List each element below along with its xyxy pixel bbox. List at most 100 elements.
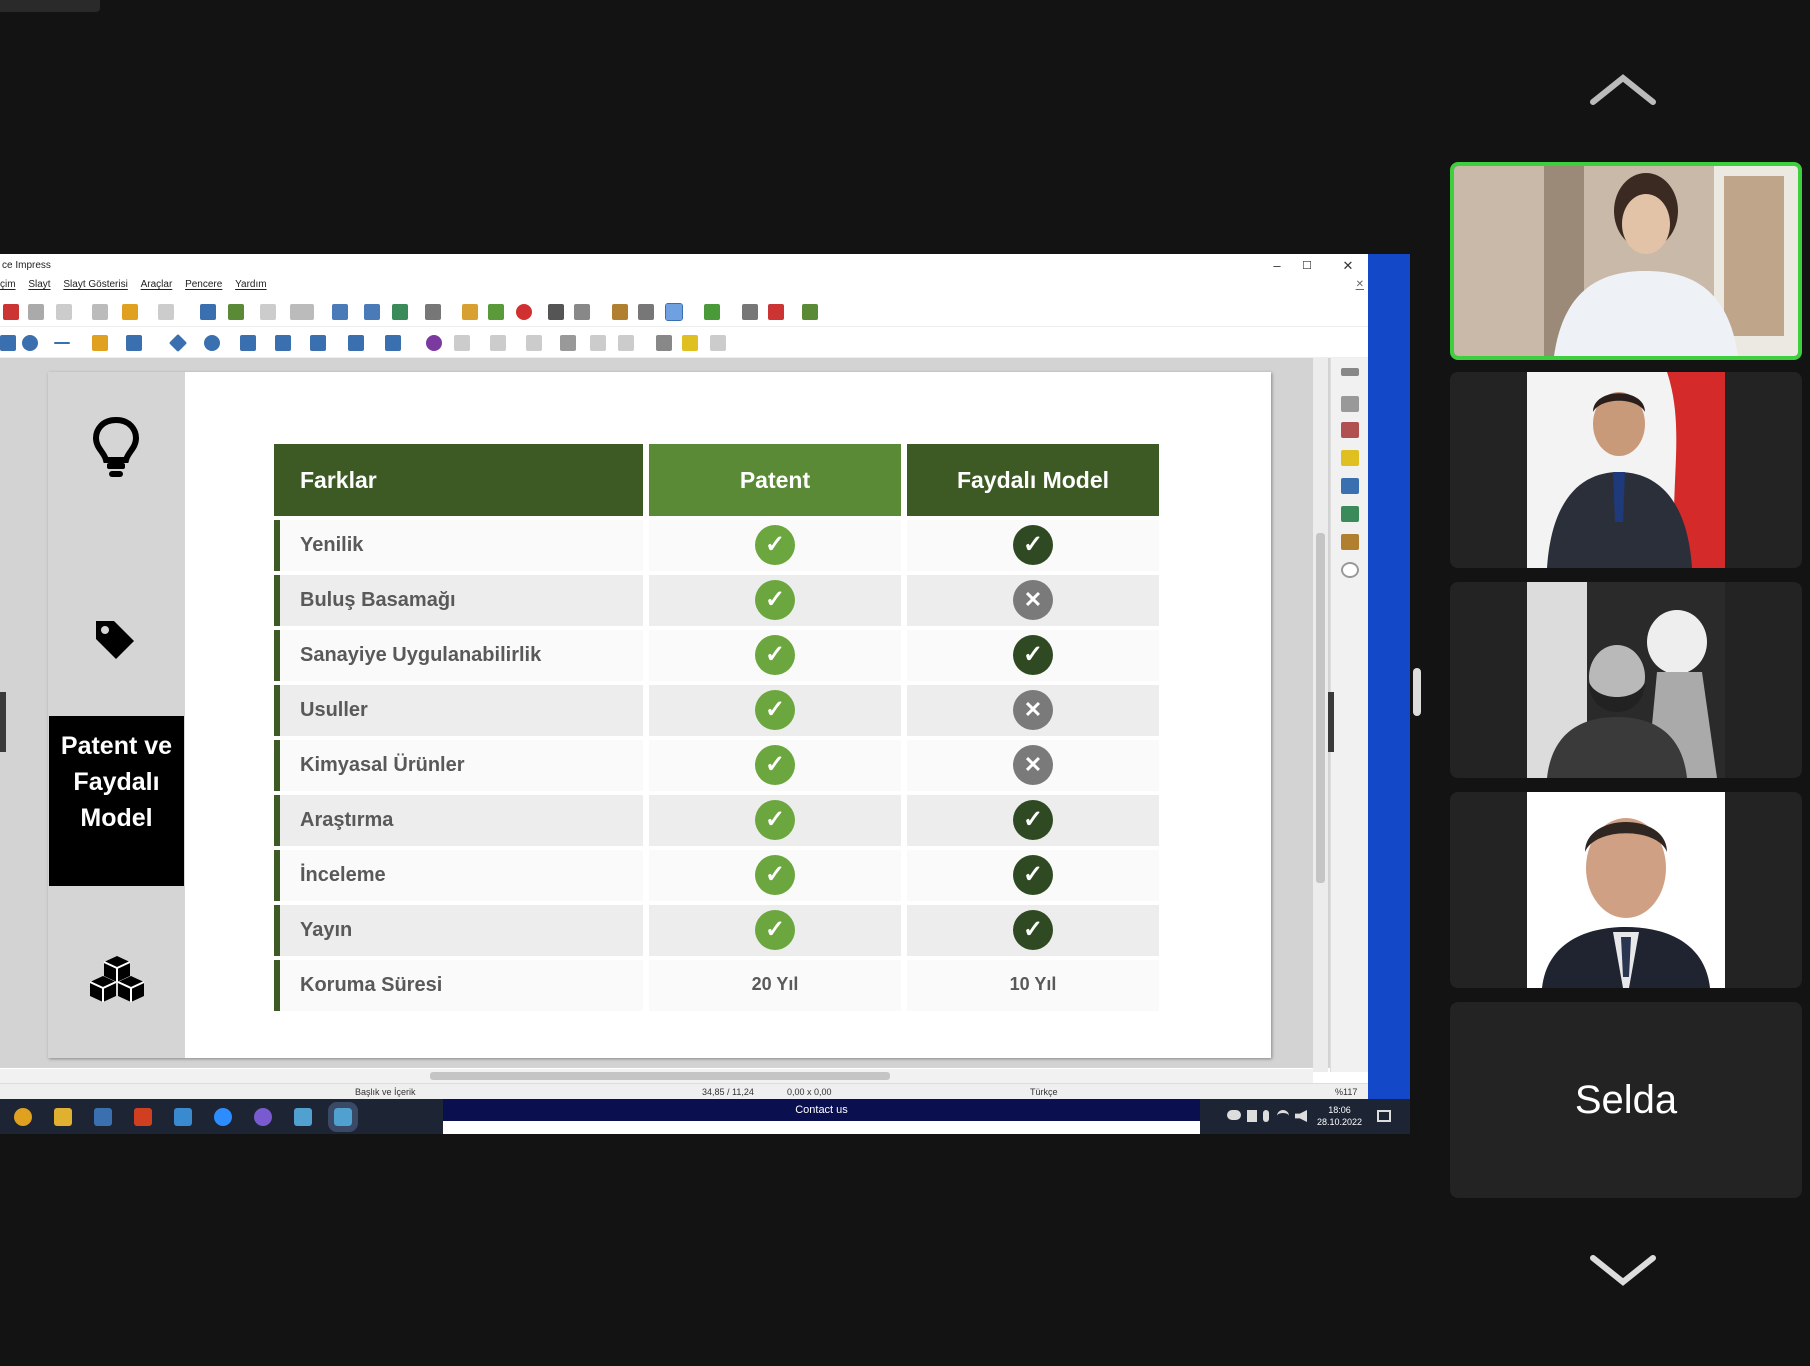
minimize-button[interactable]: – [1265, 255, 1289, 277]
filter-icon[interactable] [618, 335, 634, 351]
text-box-icon[interactable] [548, 304, 564, 320]
menu-item-slayt[interactable]: Slayt [28, 279, 50, 290]
zoom-level[interactable]: %117 [1335, 1087, 1357, 1097]
chevron-up-icon[interactable] [1587, 70, 1659, 110]
display-views-icon[interactable] [290, 304, 314, 320]
wifi-icon[interactable] [1277, 1110, 1289, 1122]
participant-tile-4[interactable] [1450, 792, 1802, 988]
line-icon[interactable] [54, 342, 70, 344]
participant-tile-3[interactable] [1450, 582, 1802, 778]
right-resize-handle[interactable] [1328, 692, 1334, 752]
master-slides-icon[interactable] [1341, 478, 1359, 494]
toggle-extrusion-icon[interactable] [710, 335, 726, 351]
spellcheck-icon[interactable] [228, 304, 244, 320]
special-character-icon[interactable] [574, 304, 590, 320]
mail-icon[interactable] [174, 1108, 192, 1126]
menu-item-pencere[interactable]: Pencere [185, 279, 222, 290]
close-button[interactable]: ✕ [1336, 255, 1360, 277]
arrange-icon[interactable] [490, 335, 506, 351]
left-resize-handle[interactable] [0, 692, 6, 752]
paste-icon[interactable] [56, 304, 72, 320]
flowchart-icon[interactable] [275, 335, 291, 351]
zoom-icon[interactable] [214, 1108, 232, 1126]
new-slide-icon[interactable] [704, 304, 720, 320]
cut-icon[interactable] [3, 304, 19, 320]
document-close-icon[interactable]: ✕ [1356, 279, 1364, 290]
language-label[interactable]: Türkçe [1030, 1087, 1058, 1097]
notifications-icon[interactable] [1377, 1110, 1391, 1122]
table-icon[interactable] [425, 304, 441, 320]
curve-icon[interactable] [92, 335, 108, 351]
callouts-icon[interactable] [310, 335, 326, 351]
vertical-scroll-thumb[interactable] [1316, 533, 1325, 883]
duplicate-slide-icon[interactable] [742, 304, 758, 320]
vertical-scrollbar[interactable] [1313, 358, 1328, 1072]
presenter-console-icon[interactable] [392, 304, 408, 320]
connector-icon[interactable] [126, 335, 142, 351]
navigator-icon[interactable] [1341, 562, 1359, 578]
3d-objects-icon[interactable] [385, 335, 401, 351]
menu-item-yardim[interactable]: Yardım [235, 279, 267, 290]
active-app-icon[interactable] [328, 1102, 358, 1132]
animation-icon[interactable] [1341, 450, 1359, 466]
volume-icon[interactable] [1295, 1110, 1307, 1122]
file-explorer-icon[interactable] [54, 1108, 72, 1126]
chrome-icon[interactable] [14, 1108, 32, 1126]
image-icon[interactable] [462, 304, 478, 320]
grid-icon[interactable] [260, 304, 276, 320]
redo-icon[interactable] [158, 304, 174, 320]
menu-item-bicim[interactable]: çim [0, 279, 16, 290]
microphone-icon[interactable] [1263, 1110, 1269, 1122]
symbol-shapes-icon[interactable] [204, 335, 220, 351]
rotate-icon[interactable] [426, 335, 442, 351]
onedrive-icon[interactable] [1227, 1110, 1241, 1120]
distribute-icon[interactable] [526, 335, 542, 351]
glue-points-icon[interactable] [682, 335, 698, 351]
copy-icon[interactable] [28, 304, 44, 320]
participant-tile-2[interactable] [1450, 372, 1802, 568]
styles-icon[interactable] [1341, 506, 1359, 522]
slide-transition-icon[interactable] [1341, 422, 1359, 438]
device-icon[interactable] [1247, 1110, 1257, 1122]
participant-tile-selda[interactable]: Selda [1450, 1002, 1802, 1198]
ellipse-icon[interactable] [22, 335, 38, 351]
points-icon[interactable] [656, 335, 672, 351]
find-replace-icon[interactable] [200, 304, 216, 320]
align-objects-icon[interactable] [454, 335, 470, 351]
rectangle-icon[interactable] [0, 335, 16, 351]
office-icon[interactable] [134, 1108, 152, 1126]
shadow-icon[interactable] [560, 335, 576, 351]
media-icon[interactable] [516, 304, 532, 320]
crop-icon[interactable] [590, 335, 606, 351]
chrome-profile-icon[interactable] [254, 1108, 272, 1126]
chevron-down-icon[interactable] [1587, 1250, 1659, 1290]
properties-icon[interactable] [1341, 396, 1359, 412]
clock[interactable]: 18:06 28.10.2022 [1317, 1104, 1362, 1128]
store-icon[interactable] [94, 1108, 112, 1126]
gallery-icon[interactable] [1341, 534, 1359, 550]
participant-tile-speaker[interactable] [1450, 162, 1802, 360]
hyperlink-icon[interactable] [638, 304, 654, 320]
slide[interactable]: Patent ve Faydalı Model Farklar Patent F… [48, 372, 1271, 1058]
master-slide-icon[interactable] [332, 304, 348, 320]
start-slideshow-icon[interactable] [364, 304, 380, 320]
menu-item-slayt-gosterisi[interactable]: Slayt Gösterisi [63, 279, 127, 290]
slide-layout-icon[interactable] [802, 304, 818, 320]
display-grid-toggle-icon[interactable] [665, 303, 683, 321]
horizontal-scrollbar[interactable] [0, 1069, 1313, 1083]
delete-slide-icon[interactable] [768, 304, 784, 320]
chart-icon[interactable] [488, 304, 504, 320]
stars-icon[interactable] [348, 335, 364, 351]
undo-icon[interactable] [122, 304, 138, 320]
contact-us-banner[interactable]: Contact us [443, 1099, 1200, 1121]
menu-item-araclar[interactable]: Araçlar [141, 279, 173, 290]
sidebar-menu-icon[interactable] [1341, 368, 1359, 376]
basic-shapes-icon[interactable] [168, 333, 188, 353]
horizontal-scroll-thumb[interactable] [430, 1072, 890, 1080]
maximize-button[interactable]: ☐ [1295, 255, 1319, 277]
fontwork-icon[interactable] [612, 304, 628, 320]
block-arrows-icon[interactable] [240, 335, 256, 351]
gallery-splitter[interactable] [1413, 668, 1421, 716]
clone-format-icon[interactable] [92, 304, 108, 320]
app-icon[interactable] [294, 1108, 312, 1126]
